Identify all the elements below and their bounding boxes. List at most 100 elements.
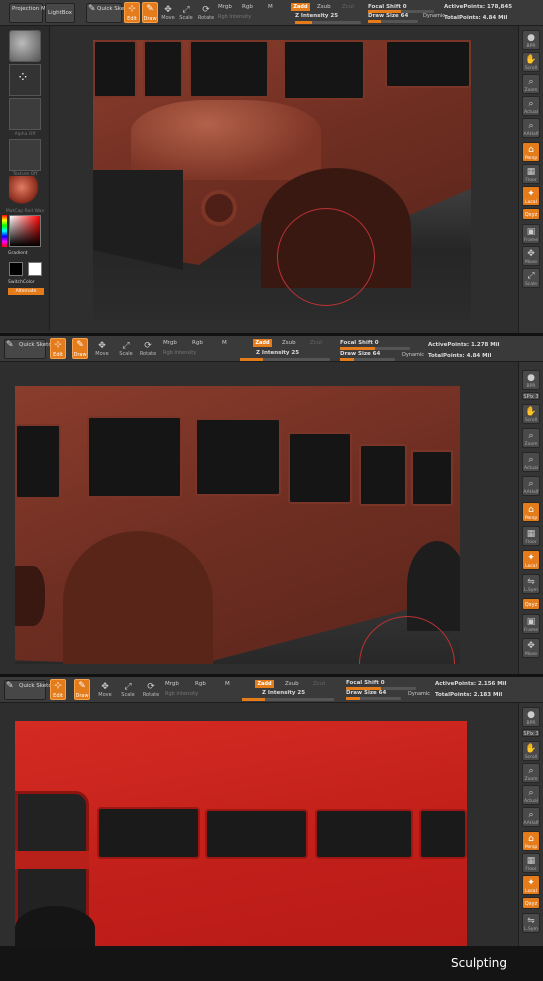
persp-button[interactable]: ⌂ Persp — [522, 142, 540, 162]
zsub-button[interactable]: Zsub — [282, 340, 296, 346]
edit-button[interactable]: ⊹ Edit — [124, 2, 140, 23]
dynamic-button[interactable]: Dynamic — [423, 13, 445, 19]
main-color-swatch[interactable] — [9, 262, 23, 276]
rgb-button[interactable]: Rgb — [192, 340, 203, 346]
aahalf-button[interactable]: ⌕ AAHalf — [522, 807, 540, 827]
edit-button[interactable]: ⊹ Edit — [50, 679, 66, 700]
viewport-panel-3: ✎ Quick Sketch ⊹ Edit ✎ Draw ✥ Move ⤢ Scale ⟳… — [0, 677, 543, 981]
hue-slider[interactable] — [2, 215, 7, 247]
zadd-button[interactable]: Zadd — [291, 3, 310, 11]
lsym-button[interactable]: ⇋ L.Sym — [522, 913, 540, 933]
actual-button[interactable]: ⌕ Actual — [522, 452, 540, 472]
draw-size-slider[interactable] — [340, 358, 395, 361]
viewport-3[interactable] — [15, 721, 467, 946]
material-thumbnail[interactable] — [9, 176, 41, 208]
rgb-intensity-slider[interactable]: Rgb Intensity — [218, 14, 251, 20]
local-button[interactable]: ✦ Local — [522, 186, 540, 206]
secondary-color-swatch[interactable] — [28, 262, 42, 276]
floor-button[interactable]: ▦ Floor — [522, 853, 540, 873]
scroll-button[interactable]: ✋ Scroll — [522, 404, 540, 424]
zcut-button[interactable]: Zcut — [313, 681, 325, 687]
xyz-button[interactable]: Qxyz — [522, 208, 540, 220]
dynamic-button[interactable]: Dynamic — [402, 352, 424, 358]
viewport-2[interactable] — [15, 386, 460, 664]
frame-button[interactable]: ▣ Frame — [522, 614, 540, 634]
frame-label: Frame — [523, 628, 539, 633]
persp-button[interactable]: ⌂ Persp — [522, 502, 540, 522]
alternate-button[interactable]: Alternate — [8, 288, 44, 295]
actual-button[interactable]: ⌕ Actual — [522, 96, 540, 116]
z-intensity-slider[interactable] — [240, 358, 330, 361]
draw-button[interactable]: ✎ Draw — [142, 2, 158, 23]
m-button[interactable]: M — [222, 340, 227, 346]
alpha-thumbnail[interactable] — [9, 98, 41, 130]
stroke-thumbnail[interactable]: ⁘ — [9, 64, 41, 96]
bpr-button[interactable]: ● BPR — [522, 370, 540, 390]
rgb-button[interactable]: Rgb — [195, 681, 206, 687]
zsub-button[interactable]: Zsub — [285, 681, 299, 687]
spix-button[interactable]: SPix 3 — [522, 392, 540, 400]
aahalf-label: AAHalf — [523, 132, 539, 137]
move-view-button[interactable]: ✥ Move — [522, 246, 540, 266]
zadd-button[interactable]: Zadd — [255, 680, 274, 688]
zcut-button[interactable]: Zcut — [310, 340, 322, 346]
color-picker[interactable] — [9, 215, 41, 247]
scroll-button[interactable]: ✋ Scroll — [522, 52, 540, 72]
lsym-button[interactable]: ⇋ L.Sym — [522, 574, 540, 594]
draw-button[interactable]: ✎ Draw — [74, 679, 90, 700]
frame-button[interactable]: ▣ Frame — [522, 224, 540, 244]
mrgb-button[interactable]: Mrgb — [165, 681, 179, 687]
scale-view-button[interactable]: ⤢ Scale — [522, 268, 540, 288]
draw-size-slider[interactable] — [368, 20, 418, 23]
frame-icon: ▣ — [526, 617, 536, 627]
zsub-button[interactable]: Zsub — [317, 4, 331, 10]
spix-button[interactable]: SPix 3 — [522, 729, 540, 737]
pencil-icon: ✎ — [6, 681, 14, 691]
move-view-button[interactable]: ✥ Move — [522, 638, 540, 658]
zcut-button[interactable]: Zcut — [342, 4, 354, 10]
z-intensity-slider[interactable] — [242, 698, 334, 701]
quick-sketch-button[interactable]: ✎ Quick Sketch — [86, 3, 133, 23]
projection-master-button[interactable]: Projection Master — [9, 3, 60, 23]
m-button[interactable]: M — [225, 681, 230, 687]
mrgb-button[interactable]: Mrgb — [163, 340, 177, 346]
scroll-button[interactable]: ✋ Scroll — [522, 741, 540, 761]
rgb-intensity-slider[interactable]: Rgb Intensity — [165, 691, 198, 697]
bpr-button[interactable]: ● BPR — [522, 707, 540, 727]
floor-button[interactable]: ▦ Floor — [522, 526, 540, 546]
zoom-button[interactable]: ⌕ Zoom — [522, 428, 540, 448]
draw-button[interactable]: ✎ Draw — [72, 338, 88, 359]
brush-thumbnail[interactable] — [9, 30, 41, 62]
bpr-icon: ● — [527, 710, 535, 720]
scroll-label: Scroll — [524, 418, 538, 423]
switch-color-button[interactable]: SwitchColor — [8, 280, 54, 285]
viewport-1[interactable] — [93, 40, 471, 320]
z-intensity-slider[interactable] — [295, 21, 361, 24]
quick-sketch-button[interactable]: ✎ Quick Sketch — [4, 680, 55, 700]
zoom-button[interactable]: ⌕ Zoom — [522, 74, 540, 94]
persp-label: Persp — [524, 516, 538, 521]
mrgb-button[interactable]: Mrgb — [218, 4, 232, 10]
quick-sketch-button[interactable]: ✎ Quick Sketch — [4, 339, 55, 359]
bpr-button[interactable]: ● BPR — [522, 30, 540, 50]
persp-button[interactable]: ⌂ Persp — [522, 831, 540, 851]
m-button[interactable]: M — [268, 4, 273, 10]
xyz-button[interactable]: Qxyz — [522, 897, 540, 909]
aahalf-button[interactable]: ⌕ AAHalf — [522, 476, 540, 496]
floor-button[interactable]: ▦ Floor — [522, 164, 540, 184]
aahalf-button[interactable]: ⌕ AAHalf — [522, 118, 540, 138]
zadd-button[interactable]: Zadd — [253, 339, 272, 347]
texture-thumbnail[interactable] — [9, 139, 41, 171]
edit-button[interactable]: ⊹ Edit — [50, 338, 66, 359]
lightbox-button[interactable]: LightBox — [45, 3, 75, 23]
rgb-intensity-slider[interactable]: Rgb Intensity — [163, 350, 196, 356]
draw-size-slider[interactable] — [346, 697, 401, 700]
rgb-button[interactable]: Rgb — [242, 4, 253, 10]
actual-button[interactable]: ⌕ Actual — [522, 785, 540, 805]
focal-shift-slider[interactable] — [340, 347, 410, 350]
zoom-button[interactable]: ⌕ Zoom — [522, 763, 540, 783]
dynamic-button[interactable]: Dynamic — [408, 691, 430, 697]
local-button[interactable]: ✦ Local — [522, 550, 540, 570]
local-button[interactable]: ✦ Local — [522, 875, 540, 895]
xyz-button[interactable]: Qxyz — [522, 598, 540, 610]
